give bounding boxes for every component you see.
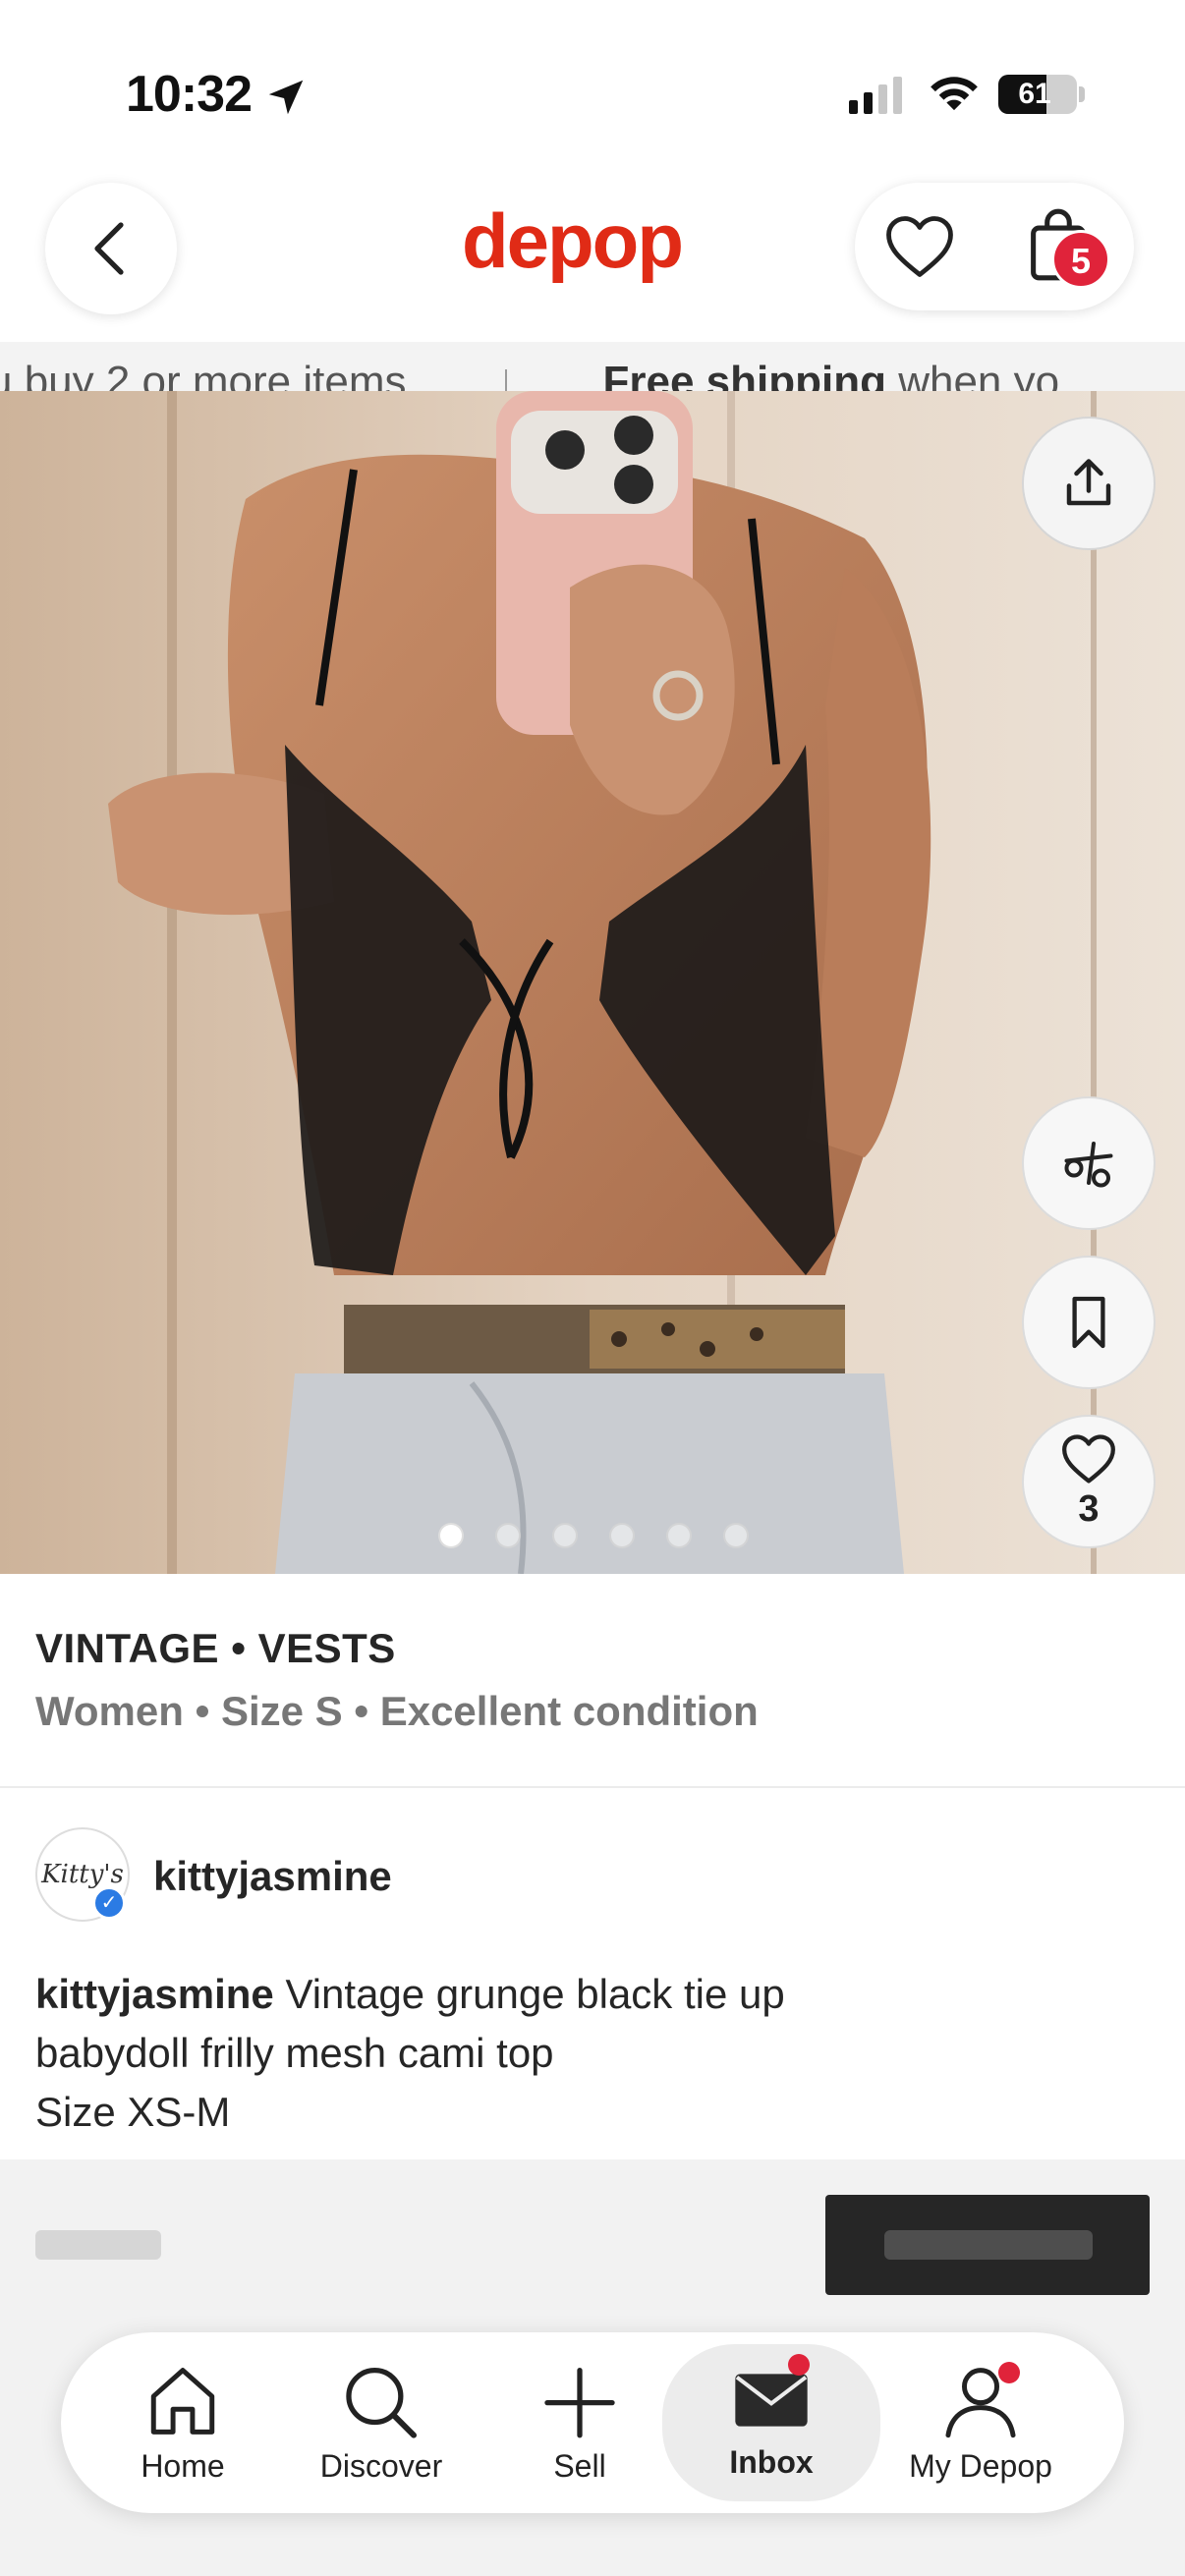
product-description: kittyjasmine Vintage grunge black tie up… [35,1965,1136,2142]
share-button[interactable] [1022,417,1156,550]
battery-icon: 61 [998,75,1077,114]
avatar-logo-text: Kitty's [41,1860,124,1889]
battery-tip [1079,86,1085,102]
offer-icon [1064,1142,1113,1188]
tab-bar: Home Discover Sell Inbox My Depop [61,2332,1124,2513]
tab-home-label: Home [141,2448,225,2484]
cart-count-badge: 5 [1051,230,1110,289]
status-bar: 10:32 61 [0,0,1185,187]
tab-discover-label: Discover [319,2448,443,2484]
pagination-dot[interactable] [609,1523,635,1548]
tab-discover[interactable]: Discover [283,2332,480,2513]
home-icon [150,2368,215,2435]
chevron-left-icon [94,222,124,275]
plus-icon [544,2367,615,2438]
save-button[interactable] [1022,1256,1156,1389]
inbox-notification-dot [788,2354,810,2376]
pagination-dot[interactable] [495,1523,521,1548]
buy-button-label-placeholder [884,2230,1093,2260]
promo-separator [504,369,507,391]
bookmark-icon [1072,1296,1105,1349]
back-button[interactable] [45,183,177,314]
product-category[interactable]: VINTAGE • VESTS [35,1625,396,1672]
product-image[interactable] [0,391,1185,1574]
pagination-dot[interactable] [438,1523,464,1548]
tab-inbox-label: Inbox [729,2444,814,2480]
tab-my-depop[interactable]: My Depop [882,2332,1079,2513]
tab-inbox[interactable]: Inbox [662,2344,880,2501]
pagination-dot[interactable] [723,1523,749,1548]
tab-sell-label: Sell [553,2448,606,2484]
price-placeholder [35,2230,161,2260]
status-time: 10:32 [126,66,253,123]
description-line-2: babydoll frilly mesh cami top [35,2030,554,2076]
buy-now-button[interactable] [825,2195,1150,2295]
like-count: 3 [1078,1487,1100,1530]
tab-my-depop-label: My Depop [909,2448,1052,2484]
heart-icon [1062,1433,1115,1484]
product-photo [0,391,1185,1574]
pagination-dot[interactable] [552,1523,578,1548]
section-divider [0,1786,1185,1788]
seller-username[interactable]: kittyjasmine [153,1853,392,1900]
wifi-icon [931,77,978,111]
tab-home[interactable]: Home [85,2332,281,2513]
promo-ticker[interactable]: u buy 2 or more items Free shipping when … [0,342,1185,391]
header-actions: 5 [855,183,1134,310]
image-pagination-dots[interactable] [438,1523,749,1548]
depop-logo[interactable]: depop [462,196,684,286]
promo-text-bold: Free shipping [602,358,886,391]
mail-icon [735,2374,808,2427]
promo-text-right: when yo [885,358,1060,391]
profile-notification-dot [998,2362,1020,2383]
verified-badge-icon: ✓ [92,1886,126,1920]
promo-text-left: u buy 2 or more items [0,358,407,391]
cellular-signal-icon [849,77,902,114]
product-attributes: Women • Size S • Excellent condition [35,1688,759,1734]
pagination-dot[interactable] [666,1523,692,1548]
make-offer-button[interactable] [1022,1096,1156,1230]
heart-icon[interactable] [884,214,955,279]
search-icon [346,2367,418,2438]
description-username[interactable]: kittyjasmine [35,1971,274,2017]
location-arrow-icon [268,80,304,115]
tab-sell[interactable]: Sell [481,2332,678,2513]
battery-level: 61 [1018,78,1051,110]
share-icon [1066,459,1111,506]
description-line-3: Size XS-M [35,2089,231,2135]
like-button[interactable]: 3 [1022,1415,1156,1548]
description-line-1: Vintage grunge black tie up [273,1971,785,2017]
